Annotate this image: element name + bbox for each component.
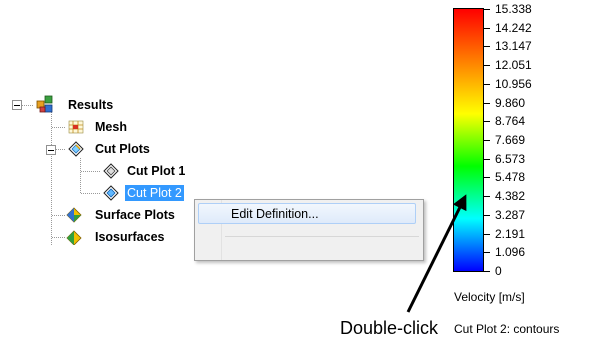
annotation-text: Double-click: [340, 318, 439, 338]
annotation-arrow: [406, 194, 467, 313]
